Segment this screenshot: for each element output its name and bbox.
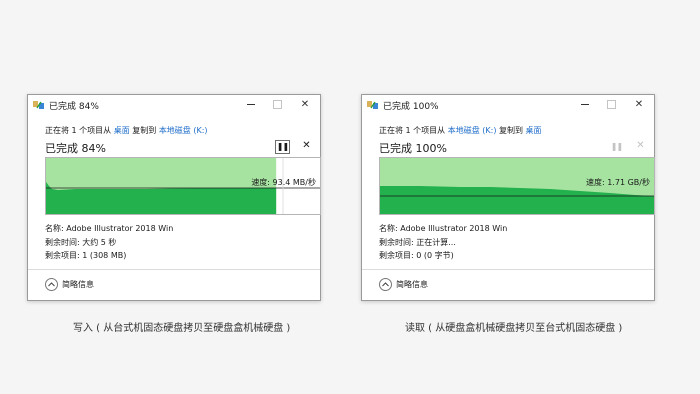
- fewer-details-label[interactable]: 简略信息: [396, 279, 428, 290]
- close-icon: ✕: [636, 140, 645, 151]
- collapse-details-button[interactable]: [379, 278, 392, 291]
- items-label: 剩余项目:: [379, 251, 417, 260]
- name-value: Adobe Illustrator 2018 Win: [400, 224, 508, 233]
- cancel-button[interactable]: ✕: [300, 140, 313, 152]
- chevron-up-icon: [382, 282, 389, 287]
- speed-label: 速度: 1.71 GB/秒: [586, 178, 650, 187]
- time-label: 剩余时间:: [45, 237, 83, 247]
- copy-middle: 复制到: [496, 126, 526, 135]
- title-bar: 已完成 84% ✕: [28, 95, 320, 115]
- maximize-button[interactable]: [602, 97, 620, 112]
- cancel-button[interactable]: ✕: [634, 140, 647, 152]
- destination-link[interactable]: 本地磁盘 (K:): [159, 126, 208, 135]
- copy-dialog-read: 已完成 100% ✕ 正在将 1 个项目从 本地磁盘 (K:) 复制到 桌面 已…: [361, 94, 655, 301]
- minimize-icon: [247, 103, 255, 105]
- detail-name: 名称: Adobe Illustrator 2018 Win: [379, 222, 507, 236]
- detail-items: 剩余项目: 1 (308 MB): [45, 249, 173, 263]
- pause-button[interactable]: ❚❚: [609, 140, 624, 154]
- name-label: 名称:: [379, 224, 401, 233]
- items-value: 1 (308 MB): [82, 251, 127, 260]
- detail-name: 名称: Adobe Illustrator 2018 Win: [45, 222, 173, 236]
- source-link[interactable]: 桌面: [114, 126, 130, 135]
- name-label: 名称:: [45, 224, 67, 233]
- time-value: 大约 5 秒: [82, 237, 117, 247]
- destination-link[interactable]: 桌面: [526, 126, 542, 135]
- minimize-icon: [581, 103, 589, 105]
- details-panel: 名称: Adobe Illustrator 2018 Win 剩余时间: 大约 …: [45, 222, 173, 263]
- close-icon: ✕: [634, 99, 644, 110]
- items-label: 剩余项目:: [45, 251, 83, 260]
- copy-prefix: 正在将 1 个项目从: [379, 126, 448, 135]
- file-copy-icon: [367, 101, 378, 109]
- copy-description: 正在将 1 个项目从 桌面 复制到 本地磁盘 (K:): [45, 125, 208, 136]
- close-button[interactable]: ✕: [296, 97, 314, 112]
- copy-description: 正在将 1 个项目从 本地磁盘 (K:) 复制到 桌面: [379, 125, 542, 136]
- caption-read: 读取 ( 从硬盘盒机械硬盘拷贝至台式机固态硬盘 ): [405, 323, 623, 334]
- maximize-icon: [606, 99, 616, 109]
- fewer-details-label[interactable]: 简略信息: [62, 279, 94, 290]
- minimize-button[interactable]: [576, 97, 594, 112]
- source-link[interactable]: 本地磁盘 (K:): [448, 126, 497, 135]
- pause-icon: ❚❚: [610, 142, 623, 151]
- close-icon: ✕: [302, 140, 311, 151]
- dialog-footer: 简略信息: [28, 269, 320, 300]
- dialog-footer: 简略信息: [362, 269, 654, 300]
- copy-dialog-write: 已完成 84% ✕ 正在将 1 个项目从 桌面 复制到 本地磁盘 (K:) 已完…: [27, 94, 321, 301]
- time-label: 剩余时间:: [379, 237, 417, 247]
- window-title: 已完成 84%: [49, 102, 99, 112]
- close-icon: ✕: [300, 99, 310, 110]
- caption-write: 写入 ( 从台式机固态硬盘拷贝至硬盘盒机械硬盘 ): [73, 323, 291, 334]
- copy-middle: 复制到: [129, 126, 159, 135]
- minimize-button[interactable]: [242, 97, 260, 112]
- details-panel: 名称: Adobe Illustrator 2018 Win 剩余时间: 正在计…: [379, 222, 507, 263]
- time-value: 正在计算...: [416, 237, 456, 247]
- maximize-button[interactable]: [268, 97, 286, 112]
- items-value: 0 (0 字节): [416, 251, 454, 260]
- close-button[interactable]: ✕: [630, 97, 648, 112]
- detail-time: 剩余时间: 大约 5 秒: [45, 236, 173, 250]
- title-bar: 已完成 100% ✕: [362, 95, 654, 115]
- transfer-speed-graph: 速度: 93.4 MB/秒: [45, 157, 321, 215]
- detail-time: 剩余时间: 正在计算...: [379, 236, 507, 250]
- detail-items: 剩余项目: 0 (0 字节): [379, 249, 507, 263]
- window-title: 已完成 100%: [383, 102, 439, 112]
- name-value: Adobe Illustrator 2018 Win: [66, 224, 174, 233]
- progress-title: 已完成 100%: [379, 142, 447, 155]
- progress-title: 已完成 84%: [45, 142, 106, 155]
- chevron-up-icon: [48, 282, 55, 287]
- copy-prefix: 正在将 1 个项目从: [45, 126, 114, 135]
- collapse-details-button[interactable]: [45, 278, 58, 291]
- pause-button[interactable]: ❚❚: [275, 140, 290, 154]
- file-copy-icon: [33, 101, 44, 109]
- transfer-speed-graph: 速度: 1.71 GB/秒: [379, 157, 655, 215]
- pause-icon: ❚❚: [276, 142, 289, 151]
- maximize-icon: [272, 99, 282, 109]
- speed-label: 速度: 93.4 MB/秒: [251, 178, 316, 187]
